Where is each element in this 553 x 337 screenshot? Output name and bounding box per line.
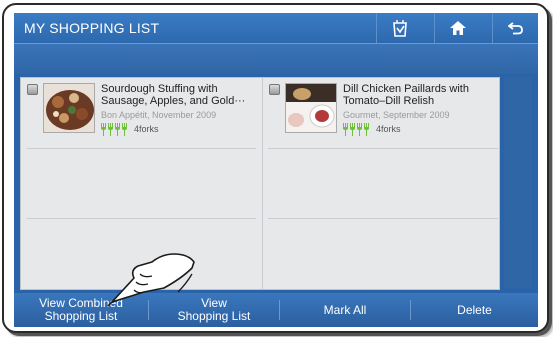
recipe-thumbnail bbox=[43, 83, 95, 133]
back-button[interactable] bbox=[492, 13, 538, 43]
rating-label: 4forks bbox=[134, 124, 159, 134]
row-divider bbox=[268, 148, 498, 149]
delete-button[interactable]: Delete bbox=[411, 293, 538, 327]
shopping-list-button[interactable] bbox=[376, 13, 423, 43]
recipe-thumbnail bbox=[285, 83, 337, 133]
fork-icon bbox=[108, 122, 113, 136]
row-divider bbox=[268, 218, 498, 219]
item-checkbox[interactable] bbox=[27, 84, 38, 95]
bottom-toolbar: View Combined Shopping List View Shoppin… bbox=[14, 293, 538, 327]
fork-icon bbox=[122, 122, 127, 136]
fork-icon bbox=[101, 122, 106, 136]
fork-icon bbox=[115, 122, 120, 136]
home-button[interactable] bbox=[434, 13, 481, 43]
fork-icon bbox=[364, 122, 369, 136]
recipe-title: Sourdough Stuffing with Sausage, Apples,… bbox=[101, 83, 246, 107]
fork-icon bbox=[350, 122, 355, 136]
rating-label: 4forks bbox=[376, 124, 401, 134]
list-item[interactable]: Dill Chicken Paillards with Tomato–Dill … bbox=[263, 78, 499, 148]
header-bar: MY SHOPPING LIST bbox=[14, 13, 538, 44]
row-divider bbox=[27, 148, 256, 149]
rating: 4forks bbox=[101, 122, 159, 136]
recipe-source: Bon Appétit, November 2009 bbox=[101, 110, 217, 120]
shopping-bag-icon bbox=[393, 20, 407, 37]
list-item[interactable]: Sourdough Stuffing with Sausage, Apples,… bbox=[21, 78, 257, 148]
home-icon bbox=[450, 21, 466, 35]
recipe-source: Gourmet, September 2009 bbox=[343, 110, 450, 120]
recipe-list: Sourdough Stuffing with Sausage, Apples,… bbox=[20, 77, 500, 290]
recipe-title: Dill Chicken Paillards with Tomato–Dill … bbox=[343, 83, 469, 107]
fork-icon bbox=[357, 122, 362, 136]
back-icon bbox=[508, 22, 523, 35]
scrollbar[interactable] bbox=[504, 77, 532, 288]
mark-all-button[interactable]: Mark All bbox=[280, 293, 410, 327]
page-title: MY SHOPPING LIST bbox=[24, 20, 160, 36]
item-checkbox[interactable] bbox=[269, 84, 280, 95]
row-divider bbox=[27, 218, 256, 219]
screen: MY SHOPPING LIST Sourdough Stuffing with… bbox=[14, 13, 538, 327]
sub-header-bar bbox=[14, 44, 538, 74]
rating: 4forks bbox=[343, 122, 401, 136]
pointing-hand-icon bbox=[107, 253, 195, 307]
fork-icon bbox=[343, 122, 348, 136]
